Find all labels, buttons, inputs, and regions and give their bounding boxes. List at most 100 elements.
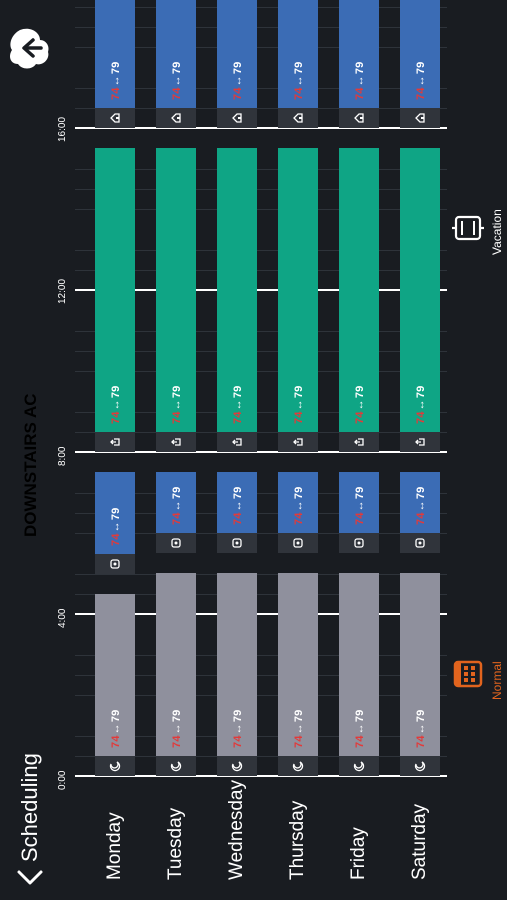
schedule-row: 74↔79 74↔79 74↔79 74↔79 xyxy=(278,0,318,780)
range-arrow-icon: ↔ xyxy=(171,500,183,512)
period-start-handle[interactable] xyxy=(156,108,196,128)
low-temp: 74 xyxy=(415,411,427,424)
period-start-handle[interactable] xyxy=(217,432,257,452)
temperature-range: 74↔79 xyxy=(170,62,184,100)
back-label: Scheduling xyxy=(17,753,42,862)
period-start-handle[interactable] xyxy=(278,533,318,554)
range-arrow-icon: ↔ xyxy=(293,399,305,411)
period-start-handle[interactable] xyxy=(95,553,135,574)
high-temp: 79 xyxy=(293,709,305,723)
high-temp: 79 xyxy=(354,709,366,723)
high-temp: 79 xyxy=(232,385,244,399)
high-temp: 79 xyxy=(293,61,305,75)
period-start-handle[interactable] xyxy=(400,108,440,128)
period-start-handle[interactable] xyxy=(95,432,135,452)
leave-icon xyxy=(231,436,243,448)
period-start-handle[interactable] xyxy=(339,533,379,554)
period-start-handle[interactable] xyxy=(400,432,440,452)
temperature-range: 74↔79 xyxy=(414,487,428,525)
leave-icon xyxy=(109,436,121,448)
temperature-range: 74↔79 xyxy=(231,487,245,525)
leave-icon xyxy=(292,436,304,448)
low-temp: 74 xyxy=(415,87,427,100)
period-start-handle[interactable] xyxy=(339,108,379,128)
low-temp: 74 xyxy=(232,411,244,424)
high-temp: 79 xyxy=(415,709,427,723)
period-start-handle[interactable] xyxy=(156,432,196,452)
low-temp: 74 xyxy=(232,512,244,526)
temperature-range: 74↔79 xyxy=(292,62,306,100)
range-arrow-icon: ↔ xyxy=(232,500,244,512)
low-temp: 74 xyxy=(354,512,366,526)
range-arrow-icon: ↔ xyxy=(171,75,183,87)
period-start-handle[interactable] xyxy=(95,108,135,128)
hour-label: 16:00 xyxy=(57,116,68,142)
temperature-range: 74↔79 xyxy=(170,386,184,424)
period-start-handle[interactable] xyxy=(278,756,318,776)
sun-icon xyxy=(353,537,365,549)
temperature-range: 74↔79 xyxy=(414,710,428,748)
home-icon xyxy=(353,112,365,124)
low-temp: 74 xyxy=(110,411,122,424)
sun-icon xyxy=(170,537,182,549)
moon-icon xyxy=(292,760,304,772)
high-temp: 79 xyxy=(415,486,427,500)
period-start-handle[interactable] xyxy=(95,756,135,776)
cloud-back-icon[interactable] xyxy=(8,26,50,70)
low-temp: 74 xyxy=(110,87,122,100)
low-temp: 74 xyxy=(293,87,305,100)
range-arrow-icon: ↔ xyxy=(171,723,183,735)
temperature-range: 74↔79 xyxy=(353,62,367,100)
period-start-handle[interactable] xyxy=(217,108,257,128)
leave-icon xyxy=(414,436,426,448)
low-temp: 74 xyxy=(110,735,122,748)
low-temp: 74 xyxy=(171,87,183,100)
period-start-handle[interactable] xyxy=(217,756,257,776)
high-temp: 79 xyxy=(354,61,366,75)
sun-icon xyxy=(292,537,304,549)
range-arrow-icon: ↔ xyxy=(415,399,427,411)
high-temp: 79 xyxy=(171,61,183,75)
high-temp: 79 xyxy=(110,61,122,75)
low-temp: 74 xyxy=(293,411,305,424)
period-start-handle[interactable] xyxy=(278,108,318,128)
back-button[interactable]: Scheduling xyxy=(10,730,50,890)
high-temp: 79 xyxy=(354,385,366,399)
sun-icon xyxy=(109,558,121,570)
range-arrow-icon: ↔ xyxy=(354,723,366,735)
period-start-handle[interactable] xyxy=(339,432,379,452)
period-start-handle[interactable] xyxy=(339,756,379,776)
leave-icon xyxy=(353,436,365,448)
low-temp: 74 xyxy=(354,411,366,424)
low-temp: 74 xyxy=(415,735,427,748)
range-arrow-icon: ↔ xyxy=(354,75,366,87)
low-temp: 74 xyxy=(232,735,244,748)
hour-label: 8:00 xyxy=(57,446,68,466)
day-label: Friday xyxy=(348,827,369,880)
low-temp: 74 xyxy=(110,532,122,546)
period-start-handle[interactable] xyxy=(156,533,196,554)
period-start-handle[interactable] xyxy=(400,533,440,554)
hour-label: 0:00 xyxy=(57,770,68,790)
moon-icon xyxy=(170,760,182,772)
range-arrow-icon: ↔ xyxy=(415,75,427,87)
home-icon xyxy=(292,112,304,124)
period-start-handle[interactable] xyxy=(400,756,440,776)
low-temp: 74 xyxy=(354,87,366,100)
home-icon xyxy=(231,112,243,124)
period-start-handle[interactable] xyxy=(217,533,257,554)
home-icon xyxy=(109,112,121,124)
period-start-handle[interactable] xyxy=(156,756,196,776)
temperature-range: 74↔79 xyxy=(231,62,245,100)
temperature-range: 74↔79 xyxy=(170,710,184,748)
period-start-handle[interactable] xyxy=(278,432,318,452)
low-temp: 74 xyxy=(171,735,183,748)
day-label: Tuesday xyxy=(165,807,186,880)
high-temp: 79 xyxy=(293,385,305,399)
range-arrow-icon: ↔ xyxy=(110,520,122,532)
range-arrow-icon: ↔ xyxy=(232,399,244,411)
day-label: Saturday xyxy=(409,803,430,880)
high-temp: 79 xyxy=(354,486,366,500)
scheduling-screen: Scheduling DOWNSTAIRS AC 0:00 4:00 8:00 12:… xyxy=(0,0,507,900)
high-temp: 79 xyxy=(232,709,244,723)
